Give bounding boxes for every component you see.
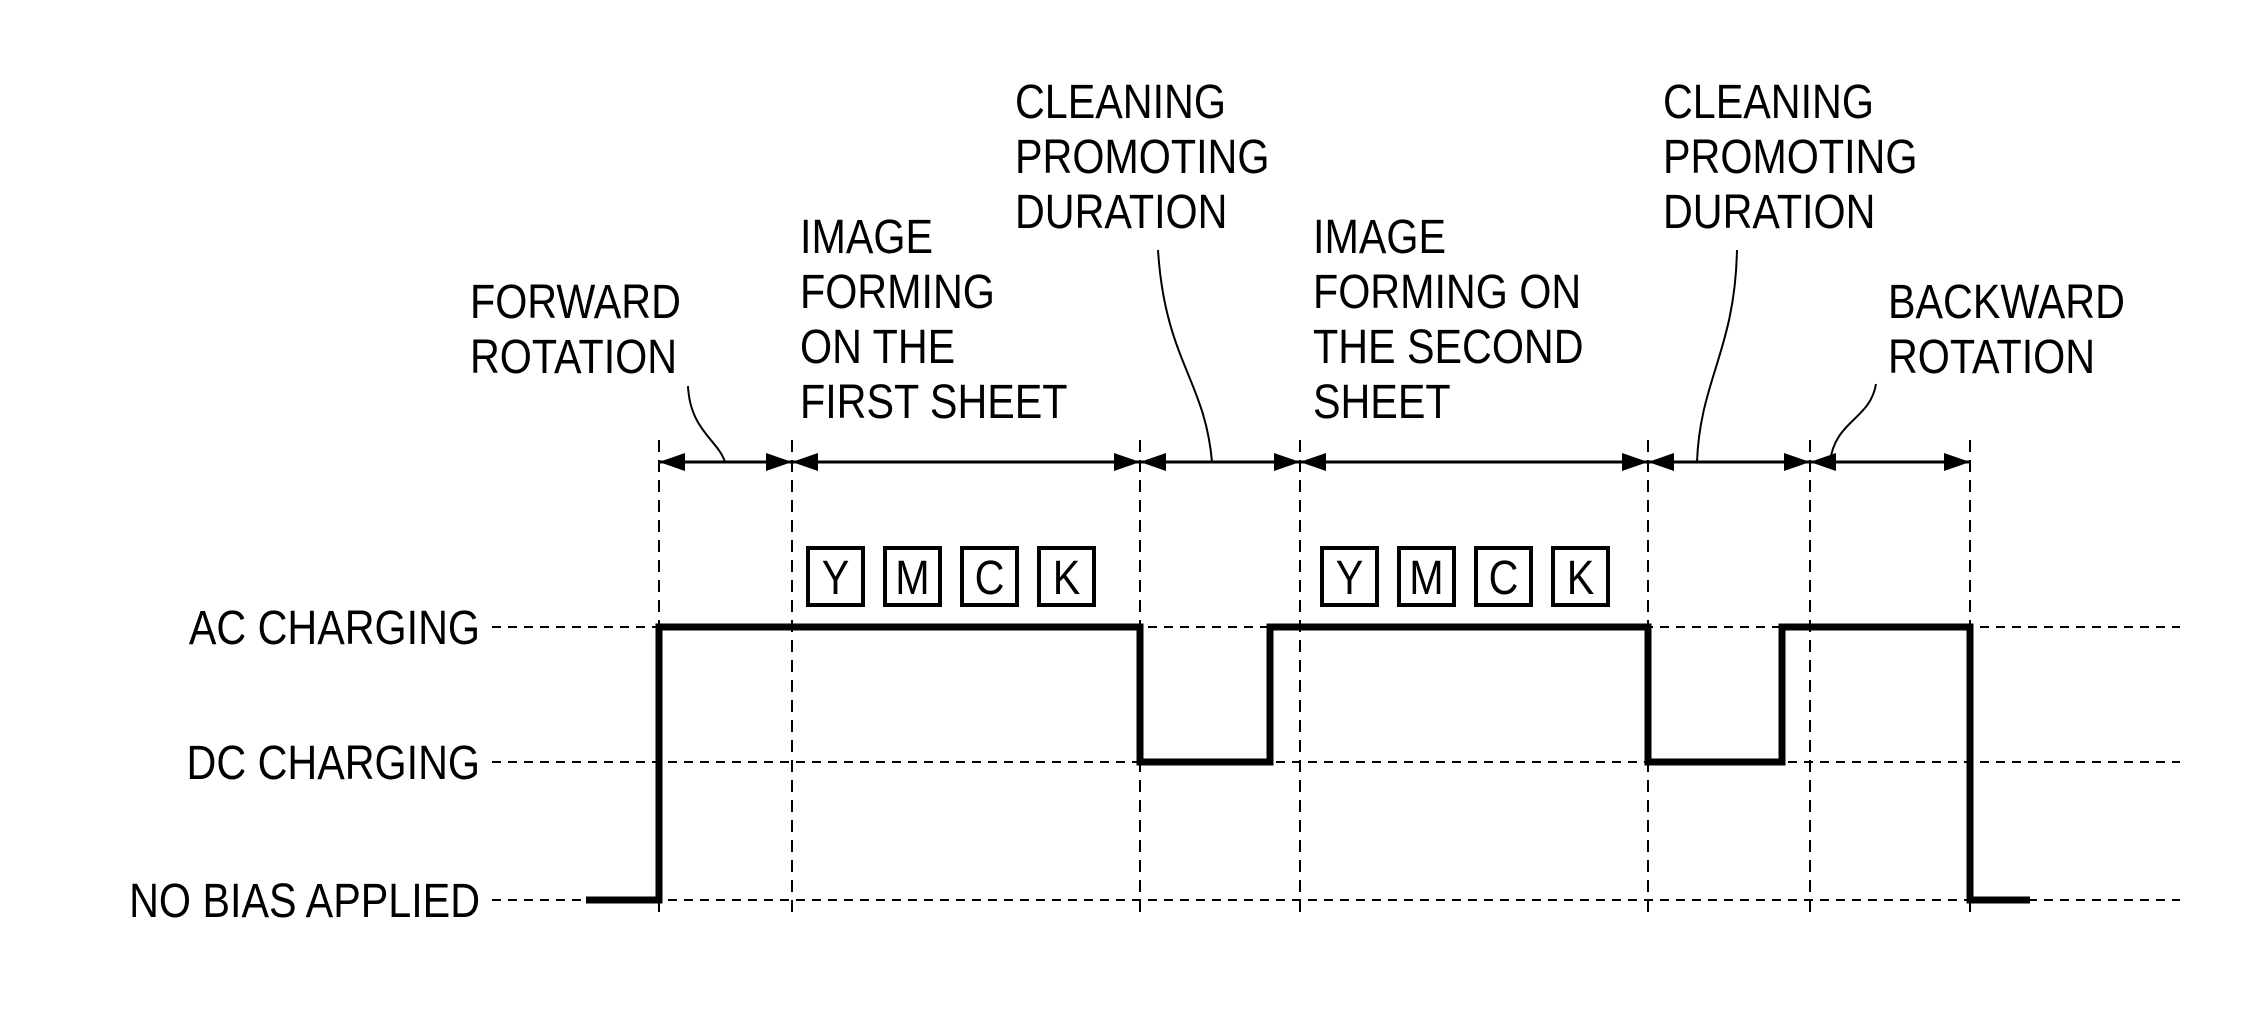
level-label-ac: AC CHARGING [189, 601, 480, 655]
arrow-head [1622, 453, 1648, 471]
color-box-label-m: M [895, 551, 929, 605]
color-box-label-k: K [1053, 551, 1081, 605]
leader-line-period-5 [1829, 383, 1877, 463]
color-box-label-k: K [1567, 551, 1595, 605]
leader-line-period-2 [1157, 249, 1213, 463]
period-label-line: CLEANING [1015, 75, 1226, 129]
period-label-line: ON THE [800, 320, 955, 374]
arrow-head [659, 453, 685, 471]
arrow-head [766, 453, 792, 471]
leader-line-period-4 [1696, 249, 1738, 463]
period-label-line: BACKWARD [1888, 275, 2125, 329]
period-label-line: FORMING ON [1313, 265, 1581, 319]
period-label-line: ROTATION [1888, 330, 2095, 384]
leader-line-period-0 [687, 385, 726, 463]
arrow-head [1810, 453, 1836, 471]
period-label-line: FIRST SHEET [800, 375, 1068, 429]
color-box-label-y: Y [1336, 551, 1364, 605]
arrow-head [1140, 453, 1166, 471]
period-label-line: FORMING [800, 265, 995, 319]
level-label-none: NO BIAS APPLIED [129, 874, 480, 928]
arrow-head [1114, 453, 1140, 471]
color-box-label-c: C [1489, 551, 1519, 605]
period-label-line: IMAGE [1313, 210, 1446, 264]
period-label-line: ROTATION [470, 330, 677, 384]
color-box-label-m: M [1409, 551, 1443, 605]
period-label-line: PROMOTING [1663, 130, 1917, 184]
period-label-line: DURATION [1015, 185, 1227, 239]
arrow-head [1944, 453, 1970, 471]
period-label-line: THE SECOND [1313, 320, 1584, 374]
arrow-head [1784, 453, 1810, 471]
period-label-line: SHEET [1313, 375, 1451, 429]
period-label-line: DURATION [1663, 185, 1875, 239]
color-box-label-c: C [975, 551, 1005, 605]
arrow-head [1274, 453, 1300, 471]
period-label-line: FORWARD [470, 275, 681, 329]
arrow-head [1648, 453, 1674, 471]
period-label-line: CLEANING [1663, 75, 1874, 129]
color-box-label-y: Y [822, 551, 850, 605]
bias-signal-trace [586, 623, 2030, 904]
period-label-line: PROMOTING [1015, 130, 1269, 184]
timing-diagram: AC CHARGING DC CHARGING NO BIAS APPLIED FOR… [129, 75, 2180, 928]
level-label-dc: DC CHARGING [187, 736, 480, 790]
arrow-head [792, 453, 818, 471]
period-label-line: IMAGE [800, 210, 933, 264]
arrow-head [1300, 453, 1326, 471]
